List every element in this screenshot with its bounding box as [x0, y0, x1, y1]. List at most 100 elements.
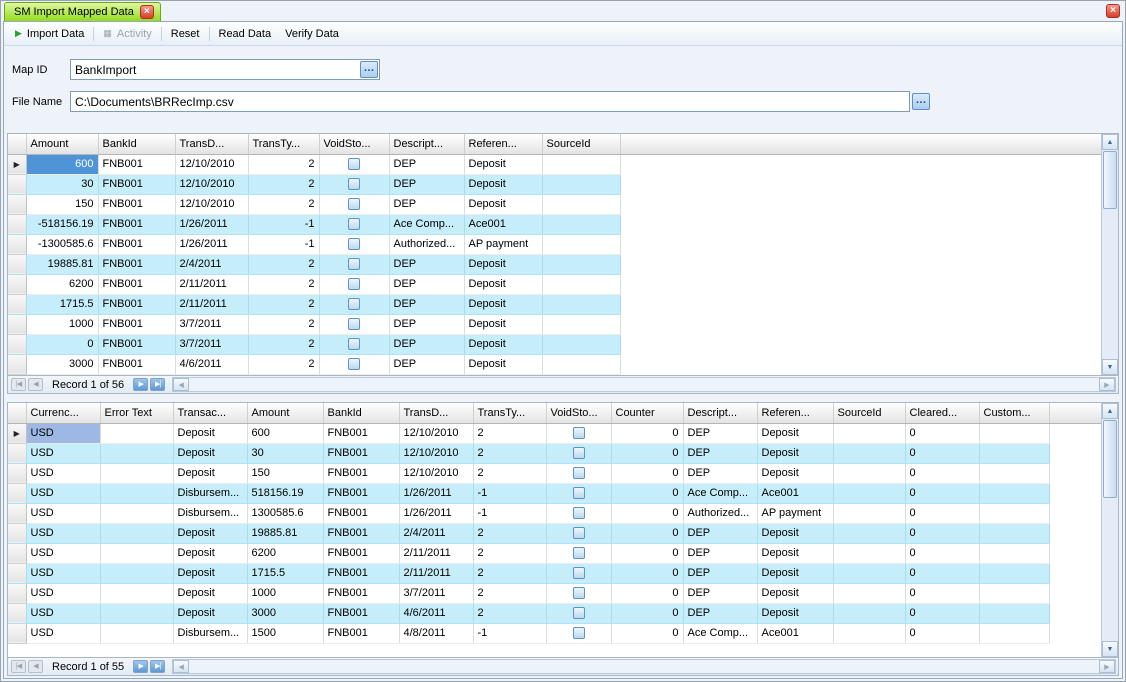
column-header[interactable]: Referen... [757, 403, 833, 423]
table-row[interactable]: 150FNB00112/10/20102DEPDeposit [8, 194, 1107, 214]
prev-record-button[interactable]: ◀ [28, 660, 43, 673]
cell[interactable]: Ace001 [757, 623, 833, 643]
void-checkbox[interactable] [573, 607, 585, 619]
table-row[interactable]: -518156.19FNB0011/26/2011-1Ace Comp...Ac… [8, 214, 1107, 234]
cell[interactable] [833, 583, 905, 603]
cell[interactable]: Deposit [757, 543, 833, 563]
void-checkbox[interactable] [573, 467, 585, 479]
cell[interactable]: 2 [473, 563, 546, 583]
cell[interactable]: 0 [611, 543, 683, 563]
cell[interactable]: Deposit [173, 563, 247, 583]
void-checkbox[interactable] [573, 447, 585, 459]
cell[interactable]: 0 [611, 603, 683, 623]
cell[interactable] [833, 523, 905, 543]
horizontal-scrollbar[interactable]: ◀ ▶ [172, 659, 1116, 674]
column-header[interactable]: VoidSto... [546, 403, 611, 423]
cell[interactable] [319, 274, 389, 294]
scroll-thumb[interactable] [1103, 151, 1117, 209]
cell[interactable] [100, 463, 173, 483]
cell[interactable]: -1 [473, 503, 546, 523]
cell[interactable]: 2 [248, 334, 319, 354]
void-checkbox[interactable] [573, 527, 585, 539]
cell[interactable] [833, 463, 905, 483]
column-header[interactable]: Descript... [389, 134, 464, 154]
cell[interactable]: 19885.81 [247, 523, 323, 543]
cell[interactable]: 0 [905, 523, 979, 543]
cell[interactable]: 0 [611, 463, 683, 483]
cell[interactable]: FNB001 [98, 354, 175, 374]
cell[interactable]: USD [26, 623, 100, 643]
cell[interactable]: 12/10/2010 [399, 423, 473, 443]
cell[interactable] [542, 314, 620, 334]
table-row[interactable]: USDDeposit6200FNB0012/11/201120DEPDeposi… [8, 543, 1107, 563]
cell[interactable]: FNB001 [98, 294, 175, 314]
cell[interactable] [319, 194, 389, 214]
row-indicator[interactable] [8, 543, 26, 563]
cell[interactable] [979, 583, 1049, 603]
cell[interactable] [319, 254, 389, 274]
cell[interactable] [546, 523, 611, 543]
row-indicator[interactable] [8, 254, 26, 274]
cell[interactable] [542, 334, 620, 354]
next-record-button[interactable]: ▶ [133, 378, 148, 391]
cell[interactable]: FNB001 [323, 503, 399, 523]
scroll-track[interactable] [189, 660, 1099, 673]
cell[interactable]: DEP [389, 314, 464, 334]
cell[interactable]: USD [26, 563, 100, 583]
column-header[interactable]: Error Text [100, 403, 173, 423]
void-checkbox[interactable] [348, 338, 360, 350]
cell[interactable] [546, 503, 611, 523]
cell[interactable]: 12/10/2010 [399, 443, 473, 463]
scroll-left-icon[interactable]: ◀ [173, 378, 189, 391]
cell[interactable]: 2 [473, 543, 546, 563]
void-checkbox[interactable] [348, 218, 360, 230]
table-row[interactable]: USDDeposit19885.81FNB0012/4/201120DEPDep… [8, 523, 1107, 543]
cell[interactable]: Disbursem... [173, 623, 247, 643]
scroll-up-icon[interactable]: ▲ [1102, 403, 1118, 419]
column-header[interactable]: TransTy... [473, 403, 546, 423]
cell[interactable]: FNB001 [323, 583, 399, 603]
cell[interactable]: 0 [611, 563, 683, 583]
void-checkbox[interactable] [348, 178, 360, 190]
cell[interactable] [542, 354, 620, 374]
activity-button[interactable]: ▦ Activity [96, 26, 158, 42]
cell[interactable] [319, 154, 389, 174]
scroll-down-icon[interactable]: ▼ [1102, 359, 1118, 375]
cell[interactable]: 600 [247, 423, 323, 443]
cell[interactable]: AP payment [757, 503, 833, 523]
tab-close-icon[interactable]: × [140, 5, 154, 19]
cell[interactable]: Deposit [173, 523, 247, 543]
cell[interactable]: Authorized... [683, 503, 757, 523]
void-checkbox[interactable] [348, 158, 360, 170]
table-row[interactable]: 19885.81FNB0012/4/20112DEPDeposit [8, 254, 1107, 274]
table-row[interactable]: USDDeposit150FNB00112/10/201020DEPDeposi… [8, 463, 1107, 483]
cell[interactable]: FNB001 [98, 154, 175, 174]
cell[interactable]: 2 [248, 294, 319, 314]
map-id-lookup-button[interactable]: … [360, 61, 378, 78]
cell[interactable]: FNB001 [323, 463, 399, 483]
row-indicator[interactable] [8, 314, 26, 334]
cell[interactable] [546, 423, 611, 443]
void-checkbox[interactable] [348, 238, 360, 250]
cell[interactable]: 0 [611, 443, 683, 463]
column-header[interactable]: Transac... [173, 403, 247, 423]
cell[interactable]: 0 [611, 503, 683, 523]
cell[interactable]: 0 [905, 603, 979, 623]
cell[interactable]: Deposit [464, 354, 542, 374]
cell[interactable]: 150 [247, 463, 323, 483]
cell[interactable]: Deposit [464, 334, 542, 354]
cell[interactable]: FNB001 [98, 274, 175, 294]
prev-record-button[interactable]: ◀ [28, 378, 43, 391]
cell[interactable]: DEP [389, 294, 464, 314]
cell[interactable]: FNB001 [323, 483, 399, 503]
row-indicator[interactable] [8, 354, 26, 374]
cell[interactable]: 4/6/2011 [175, 354, 248, 374]
cell[interactable]: Deposit [757, 463, 833, 483]
cell[interactable]: Deposit [173, 463, 247, 483]
cell[interactable]: 6200 [247, 543, 323, 563]
scroll-left-icon[interactable]: ◀ [173, 660, 189, 673]
cell[interactable]: 2 [473, 463, 546, 483]
cell[interactable] [319, 234, 389, 254]
table-row[interactable]: 0FNB0013/7/20112DEPDeposit [8, 334, 1107, 354]
cell[interactable] [833, 603, 905, 623]
